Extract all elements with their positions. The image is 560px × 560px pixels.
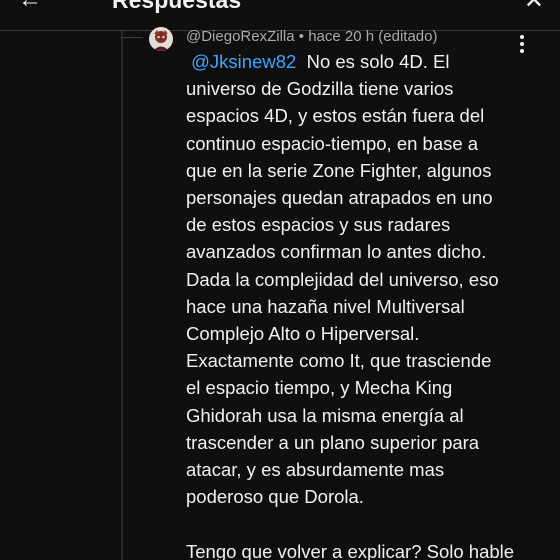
meta-separator: • xyxy=(298,28,305,45)
comment-line: Complejo Alto o Hiperversal. xyxy=(186,323,420,345)
comment-line: Ghidorah usa la misma energía al xyxy=(186,404,464,426)
mention-link[interactable]: @Jksinew82 xyxy=(191,51,296,72)
thread-connector xyxy=(123,37,143,38)
comment-meta: @DiegoRexZilla • hace 20 h (editado) xyxy=(186,28,437,45)
comment-line: atacar, y es absurdamente mas xyxy=(186,459,445,481)
arrow-left-icon[interactable]: ← xyxy=(18,0,42,14)
comment-body: @Jksinew82 No es solo 4D. El universo de… xyxy=(186,48,536,560)
comment-line: Tengo que volver a explicar? Solo hable xyxy=(186,540,515,560)
comment-line: que en la serie Zone Fighter, algunos xyxy=(186,159,492,181)
comment-line: espacios 4D, y estos están fuera del xyxy=(186,105,485,127)
comment-line: el espacio tiempo, y Mecha King xyxy=(186,377,453,399)
thread-line xyxy=(121,31,123,560)
comment-line: @Jksinew82 No es solo 4D. El xyxy=(186,48,536,75)
top-bar: ← Respuestas ✕ xyxy=(0,0,560,31)
comment-line: trascender a un plano superior para xyxy=(186,431,480,453)
comment-line: continuo espacio-tiempo, en base a xyxy=(186,132,479,154)
edited-label: (editado) xyxy=(378,28,438,45)
comment-line: Exactamente como It, que trasciende xyxy=(186,350,492,372)
comment-line: poderoso que Dorola. xyxy=(186,486,364,508)
comment-line: avanzados confirman lo antes dicho. xyxy=(186,241,487,263)
comment-line-text: No es solo 4D. El xyxy=(306,51,450,72)
author-name[interactable]: @DiegoRexZilla xyxy=(186,28,295,45)
comment-line: universo de Godzilla tiene varios xyxy=(186,78,454,100)
avatar[interactable] xyxy=(149,27,173,51)
comment-line: Dada la complejidad del universo, eso xyxy=(186,268,499,290)
panel-title: Respuestas xyxy=(112,0,242,13)
avatar-image xyxy=(149,27,173,51)
comment-line: hace una hazaña nivel Multiversal xyxy=(186,295,465,317)
comment-time: hace 20 h xyxy=(308,28,375,45)
comment-line: de estos espacios y sus radares xyxy=(186,214,451,236)
close-icon[interactable]: ✕ xyxy=(524,0,544,15)
comment-line: personajes quedan atrapados en uno xyxy=(186,187,493,209)
